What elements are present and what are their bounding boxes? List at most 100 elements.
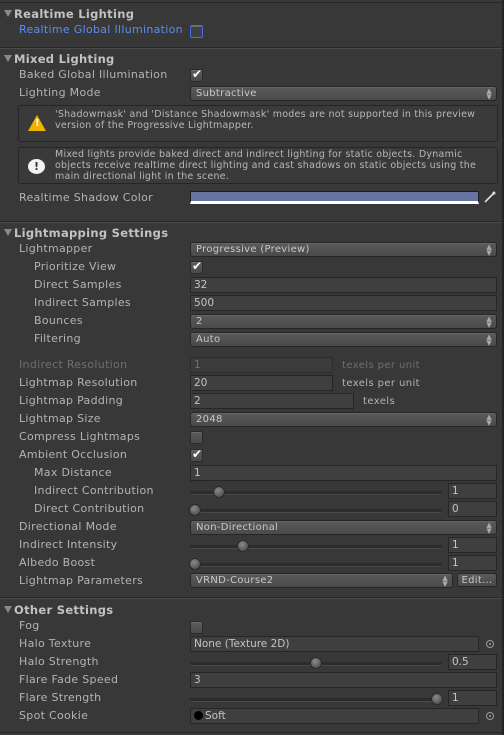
lightmap-size-dropdown[interactable]: 2048 ▲ ▼ bbox=[190, 412, 497, 427]
direct-contribution-slider[interactable] bbox=[190, 509, 442, 513]
baked-gi-checkbox[interactable]: ✔ bbox=[190, 67, 203, 82]
lightmapper-dropdown[interactable]: Progressive (Preview) ▲ ▼ bbox=[190, 242, 497, 257]
section-title: Other Settings bbox=[14, 603, 114, 617]
lightmap-parameters-label: Lightmap Parameters bbox=[19, 574, 144, 587]
halo-texture-field[interactable]: None (Texture 2D) bbox=[190, 636, 479, 652]
foldout-triangle-icon bbox=[4, 606, 12, 613]
section-header-realtime-lighting[interactable]: Realtime Lighting bbox=[4, 7, 134, 21]
lightmap-padding-input[interactable]: 2 bbox=[190, 393, 354, 409]
dropdown-value: 2048 bbox=[196, 414, 223, 425]
section-title: Lightmapping Settings bbox=[14, 226, 169, 240]
warning-helpbox: ! 'Shadowmask' and 'Distance Shadowmask'… bbox=[18, 105, 498, 142]
lightmap-parameters-dropdown[interactable]: VRND-Course2 ▲ ▼ bbox=[190, 573, 453, 588]
flare-fade-speed-label: Flare Fade Speed bbox=[19, 673, 119, 686]
edit-lightmap-parameters-button[interactable]: Edit... bbox=[457, 573, 497, 587]
indirect-intensity-value[interactable]: 1 bbox=[448, 537, 497, 553]
slider-thumb[interactable] bbox=[213, 486, 226, 498]
flare-strength-value[interactable]: 1 bbox=[448, 690, 497, 706]
slider-thumb[interactable] bbox=[237, 540, 250, 552]
compress-lightmaps-checkbox[interactable] bbox=[190, 431, 203, 444]
shadow-color-field[interactable] bbox=[190, 191, 479, 204]
directional-mode-label: Directional Mode bbox=[19, 520, 117, 533]
divider bbox=[0, 732, 502, 733]
realtime-gi-checkbox[interactable] bbox=[190, 25, 203, 38]
slider-thumb[interactable] bbox=[310, 657, 322, 669]
lighting-mode-label: Lighting Mode bbox=[19, 86, 101, 99]
shadow-color-label: Realtime Shadow Color bbox=[19, 191, 153, 204]
slider-thumb[interactable] bbox=[189, 504, 201, 516]
warning-text: 'Shadowmask' and 'Distance Shadowmask' m… bbox=[55, 109, 476, 131]
lightmap-padding-label: Lightmap Padding bbox=[19, 394, 124, 407]
updown-arrows-icon: ▲ ▼ bbox=[486, 521, 492, 535]
max-distance-input[interactable]: 1 bbox=[190, 465, 497, 481]
dropdown-value: Auto bbox=[196, 334, 221, 345]
spot-cookie-field[interactable]: Soft bbox=[190, 708, 479, 724]
info-icon: ! bbox=[28, 159, 45, 174]
lighting-mode-dropdown[interactable]: Subtractive ▲ ▼ bbox=[190, 86, 497, 101]
filtering-dropdown[interactable]: Auto ▲ ▼ bbox=[190, 332, 497, 347]
indirect-resolution-label: Indirect Resolution bbox=[19, 358, 128, 371]
section-header-lightmapping[interactable]: Lightmapping Settings bbox=[4, 226, 168, 240]
albedo-boost-slider[interactable] bbox=[190, 563, 442, 567]
lightmapper-label: Lightmapper bbox=[19, 242, 93, 255]
dropdown-value: VRND-Course2 bbox=[196, 575, 274, 586]
dropdown-value: Non-Directional bbox=[196, 522, 279, 533]
max-distance-label: Max Distance bbox=[34, 466, 112, 479]
dropdown-value: Subtractive bbox=[196, 88, 257, 99]
indirect-contribution-value[interactable]: 1 bbox=[448, 483, 497, 499]
divider bbox=[0, 598, 502, 599]
directional-mode-dropdown[interactable]: Non-Directional ▲ ▼ bbox=[190, 520, 497, 535]
halo-strength-value[interactable]: 0.5 bbox=[448, 654, 497, 670]
indirect-contribution-slider[interactable] bbox=[190, 491, 442, 495]
updown-arrows-icon: ▲ ▼ bbox=[486, 413, 492, 427]
direct-contribution-label: Direct Contribution bbox=[34, 502, 145, 515]
indirect-intensity-label: Indirect Intensity bbox=[19, 538, 118, 551]
object-picker-icon[interactable] bbox=[486, 640, 494, 648]
spot-cookie-value: Soft bbox=[205, 710, 226, 722]
dropdown-value: Progressive (Preview) bbox=[196, 244, 310, 255]
lightmap-size-label: Lightmap Size bbox=[19, 412, 101, 425]
indirect-intensity-slider[interactable] bbox=[190, 545, 442, 549]
albedo-boost-value[interactable]: 1 bbox=[448, 555, 497, 571]
section-title: Realtime Lighting bbox=[14, 7, 135, 21]
texture-thumbnail-icon bbox=[194, 711, 203, 720]
section-header-other-settings[interactable]: Other Settings bbox=[4, 603, 113, 617]
indirect-samples-input[interactable]: 500 bbox=[190, 295, 497, 311]
checkmark-icon: ✔ bbox=[192, 259, 203, 273]
dropdown-value: 2 bbox=[196, 316, 203, 327]
eyedropper-icon[interactable] bbox=[483, 190, 497, 204]
lightmap-padding-unit: texels bbox=[363, 396, 396, 407]
indirect-samples-label: Indirect Samples bbox=[34, 296, 131, 309]
info-text: Mixed lights provide baked direct and in… bbox=[55, 149, 477, 182]
section-title: Mixed Lighting bbox=[14, 52, 115, 66]
ambient-occlusion-checkbox[interactable]: ✔ bbox=[190, 447, 203, 462]
updown-arrows-icon: ▲ ▼ bbox=[442, 574, 448, 588]
direct-samples-input[interactable]: 32 bbox=[190, 277, 497, 293]
warning-icon: ! bbox=[28, 115, 46, 131]
halo-texture-label: Halo Texture bbox=[19, 637, 92, 650]
prioritize-view-checkbox[interactable]: ✔ bbox=[190, 259, 203, 274]
fog-checkbox[interactable] bbox=[190, 621, 203, 634]
foldout-triangle-icon bbox=[4, 55, 12, 62]
baked-gi-label: Baked Global Illumination bbox=[19, 68, 168, 81]
bounces-label: Bounces bbox=[34, 314, 83, 327]
divider bbox=[0, 48, 502, 49]
slider-thumb[interactable] bbox=[431, 693, 443, 705]
realtime-gi-label[interactable]: Realtime Global Illumination bbox=[19, 23, 183, 36]
bounces-dropdown[interactable]: 2 ▲ ▼ bbox=[190, 314, 497, 329]
updown-arrows-icon: ▲ ▼ bbox=[486, 87, 492, 101]
section-header-mixed-lighting[interactable]: Mixed Lighting bbox=[4, 52, 115, 66]
direct-contribution-value[interactable]: 0 bbox=[448, 501, 497, 517]
spot-cookie-label: Spot Cookie bbox=[19, 709, 89, 722]
slider-thumb[interactable] bbox=[189, 558, 201, 570]
foldout-triangle-icon bbox=[4, 229, 12, 236]
lightmap-resolution-input[interactable]: 20 bbox=[190, 375, 333, 391]
lightmap-resolution-label: Lightmap Resolution bbox=[19, 376, 138, 389]
object-picker-icon[interactable] bbox=[486, 712, 494, 720]
indirect-contribution-label: Indirect Contribution bbox=[34, 484, 154, 497]
albedo-boost-label: Albedo Boost bbox=[19, 556, 96, 569]
flare-fade-speed-input[interactable]: 3 bbox=[190, 672, 497, 688]
prioritize-view-label: Prioritize View bbox=[34, 260, 117, 273]
flare-strength-slider[interactable] bbox=[190, 698, 442, 702]
updown-arrows-icon: ▲ ▼ bbox=[486, 243, 492, 257]
